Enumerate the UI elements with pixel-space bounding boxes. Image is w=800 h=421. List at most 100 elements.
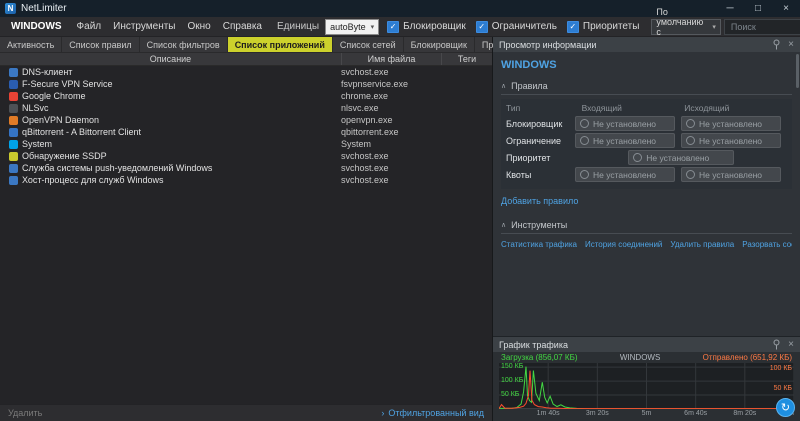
- tool-link-2[interactable]: Удалить правила: [670, 240, 734, 249]
- maximize-button[interactable]: □: [744, 0, 772, 17]
- app-description: Google Chrome: [22, 91, 86, 101]
- app-icon: [9, 92, 18, 101]
- units-select[interactable]: autoByte ▾: [325, 19, 379, 35]
- minimize-button[interactable]: ─: [716, 0, 744, 17]
- app-filename-cell: svchost.exe: [341, 175, 440, 185]
- close-icon[interactable]: ×: [788, 40, 794, 50]
- tab-strip: АктивностьСписок правилСписок фильтровСп…: [0, 37, 492, 53]
- app-description-cell: System: [0, 139, 341, 149]
- toolbar-checkbox-0[interactable]: ✓Блокировщик: [382, 21, 471, 33]
- menu-item-0[interactable]: Файл: [71, 21, 108, 32]
- chart-panel-title: График трафика: [499, 340, 568, 350]
- column-header-1[interactable]: Имя файла: [342, 53, 442, 65]
- search-box[interactable]: [724, 19, 800, 35]
- chevron-right-icon: ›: [381, 408, 384, 418]
- filtered-view-link[interactable]: › Отфильтрованный вид: [381, 408, 484, 418]
- app-window: N NetLimiter ─□× WINDOWS ФайлИнструменты…: [0, 0, 800, 421]
- rules-section-header[interactable]: ∧ Правила: [501, 79, 792, 95]
- search-input[interactable]: [729, 21, 800, 33]
- app-filename-cell: svchost.exe: [341, 163, 440, 173]
- tab-4[interactable]: Список сетей: [333, 37, 404, 52]
- applications-pane: АктивностьСписок правилСписок фильтровСп…: [0, 37, 493, 421]
- tab-0[interactable]: Активность: [0, 37, 62, 52]
- view-mode-select[interactable]: По умолчанию с диаграммой ▾: [651, 19, 721, 35]
- table-row[interactable]: Служба системы push-уведомлений Windowss…: [0, 162, 492, 174]
- toolbar-checkbox-1[interactable]: ✓ Ограничитель: [471, 21, 562, 33]
- rule-state-button[interactable]: Не установлено: [628, 150, 734, 165]
- app-description-cell: OpenVPN Daemon: [0, 115, 341, 125]
- info-target-title: WINDOWS: [501, 59, 792, 71]
- close-icon[interactable]: ×: [788, 340, 794, 350]
- scrollbar[interactable]: [796, 54, 799, 88]
- rule-state-label: Не установлено: [593, 136, 656, 146]
- tool-link-0[interactable]: Статистика трафика: [501, 240, 577, 249]
- add-rule-link[interactable]: Добавить правило: [501, 196, 578, 206]
- rule-state-button[interactable]: Не установлено: [681, 133, 781, 148]
- pin-icon[interactable]: [772, 339, 781, 350]
- rule-type-label: Квоты: [506, 170, 575, 180]
- menu-context-windows[interactable]: WINDOWS: [5, 21, 68, 32]
- table-row[interactable]: NLSvcnlsvc.exe: [0, 102, 492, 114]
- chevron-down-icon: ▾: [371, 23, 375, 31]
- tool-link-3[interactable]: Разорвать соединения: [742, 240, 792, 249]
- toolbar-checkbox-2[interactable]: ✓Приоритеты: [562, 21, 645, 33]
- rules-block: ТипВходящийИсходящий БлокировщикНе устан…: [501, 99, 792, 189]
- close-button[interactable]: ×: [772, 0, 800, 17]
- collapse-icon: ∧: [501, 221, 506, 229]
- menu-item-3[interactable]: Справка: [217, 21, 268, 32]
- table-row[interactable]: Обнаружение SSDP svchost.exe: [0, 150, 492, 162]
- column-header-0[interactable]: Описание: [0, 53, 342, 65]
- tool-link-1[interactable]: История соединений: [585, 240, 662, 249]
- rule-state-button[interactable]: Не установлено: [575, 167, 675, 182]
- x-axis-label: 8m 20s: [733, 410, 756, 417]
- delete-button[interactable]: Удалить: [8, 408, 42, 418]
- info-panel-controls: ×: [772, 39, 794, 50]
- legend-target: WINDOWS: [620, 353, 660, 362]
- traffic-chart: [499, 363, 794, 409]
- table-row[interactable]: DNS-клиентsvchost.exe: [0, 66, 492, 78]
- checkbox-icon[interactable]: ✓: [567, 21, 579, 33]
- app-description: OpenVPN Daemon: [22, 115, 99, 125]
- rule-state-button[interactable]: Не установлено: [681, 167, 781, 182]
- rule-state-label: Не установлено: [699, 170, 762, 180]
- table-row[interactable]: Хост-процесс для служб Windowssvchost.ex…: [0, 174, 492, 186]
- x-axis-label: 1m 40s: [537, 410, 560, 417]
- not-set-icon: [686, 136, 695, 145]
- app-icon: [9, 140, 18, 149]
- app-icon: [9, 116, 18, 125]
- tab-3[interactable]: Список приложений: [228, 37, 333, 52]
- tools-section-header[interactable]: ∧ Инструменты: [501, 218, 792, 234]
- tools-section-label: Инструменты: [511, 220, 567, 230]
- rule-type-label: Блокировщик: [506, 119, 575, 129]
- tab-2[interactable]: Список фильтров: [140, 37, 228, 52]
- column-header-2[interactable]: Теги: [442, 53, 492, 65]
- info-panel: Просмотр информации × WINDOWS ∧ Пра: [493, 37, 800, 336]
- app-description: Обнаружение SSDP: [22, 151, 107, 161]
- checkbox-label: Ограничитель: [492, 21, 557, 32]
- table-row[interactable]: OpenVPN Daemonopenvpn.exe: [0, 114, 492, 126]
- table-row[interactable]: qBittorrent - A Bittorrent Clientqbittor…: [0, 126, 492, 138]
- table-row[interactable]: SystemSystem: [0, 138, 492, 150]
- tab-5[interactable]: Блокировщик: [404, 37, 475, 52]
- app-filename-cell: svchost.exe: [341, 151, 440, 161]
- rule-state-button[interactable]: Не установлено: [681, 116, 781, 131]
- pin-icon[interactable]: [772, 39, 781, 50]
- table-row[interactable]: F-Secure VPN Servicefsvpnservice.exe: [0, 78, 492, 90]
- refresh-button[interactable]: ↻: [776, 398, 795, 417]
- chart-plot-area: 150 КБ100 КБ50 КБ100 КБ50 КБ: [499, 363, 794, 409]
- info-panel-title: Просмотр информации: [499, 40, 596, 50]
- table-row[interactable]: Google Chromechrome.exe: [0, 90, 492, 102]
- rule-state-button[interactable]: Не установлено: [575, 116, 675, 131]
- checkbox-icon[interactable]: ✓: [387, 21, 399, 33]
- rule-values: Не установлено Не установлено: [575, 167, 787, 182]
- tab-1[interactable]: Список правил: [62, 37, 139, 52]
- rules-section-label: Правила: [511, 81, 548, 91]
- legend-upload: Отправлено (651,92 КБ): [703, 353, 792, 362]
- rules-column-1: Входящий: [582, 103, 685, 113]
- rule-state-button[interactable]: Не установлено: [575, 133, 675, 148]
- menu-item-1[interactable]: Инструменты: [107, 21, 181, 32]
- info-panel-body: WINDOWS ∧ Правила ТипВходящийИсходящий Б…: [493, 52, 800, 336]
- filtered-view-label: Отфильтрованный вид: [388, 408, 484, 418]
- menu-item-2[interactable]: Окно: [182, 21, 217, 32]
- checkbox-icon[interactable]: ✓: [476, 21, 488, 33]
